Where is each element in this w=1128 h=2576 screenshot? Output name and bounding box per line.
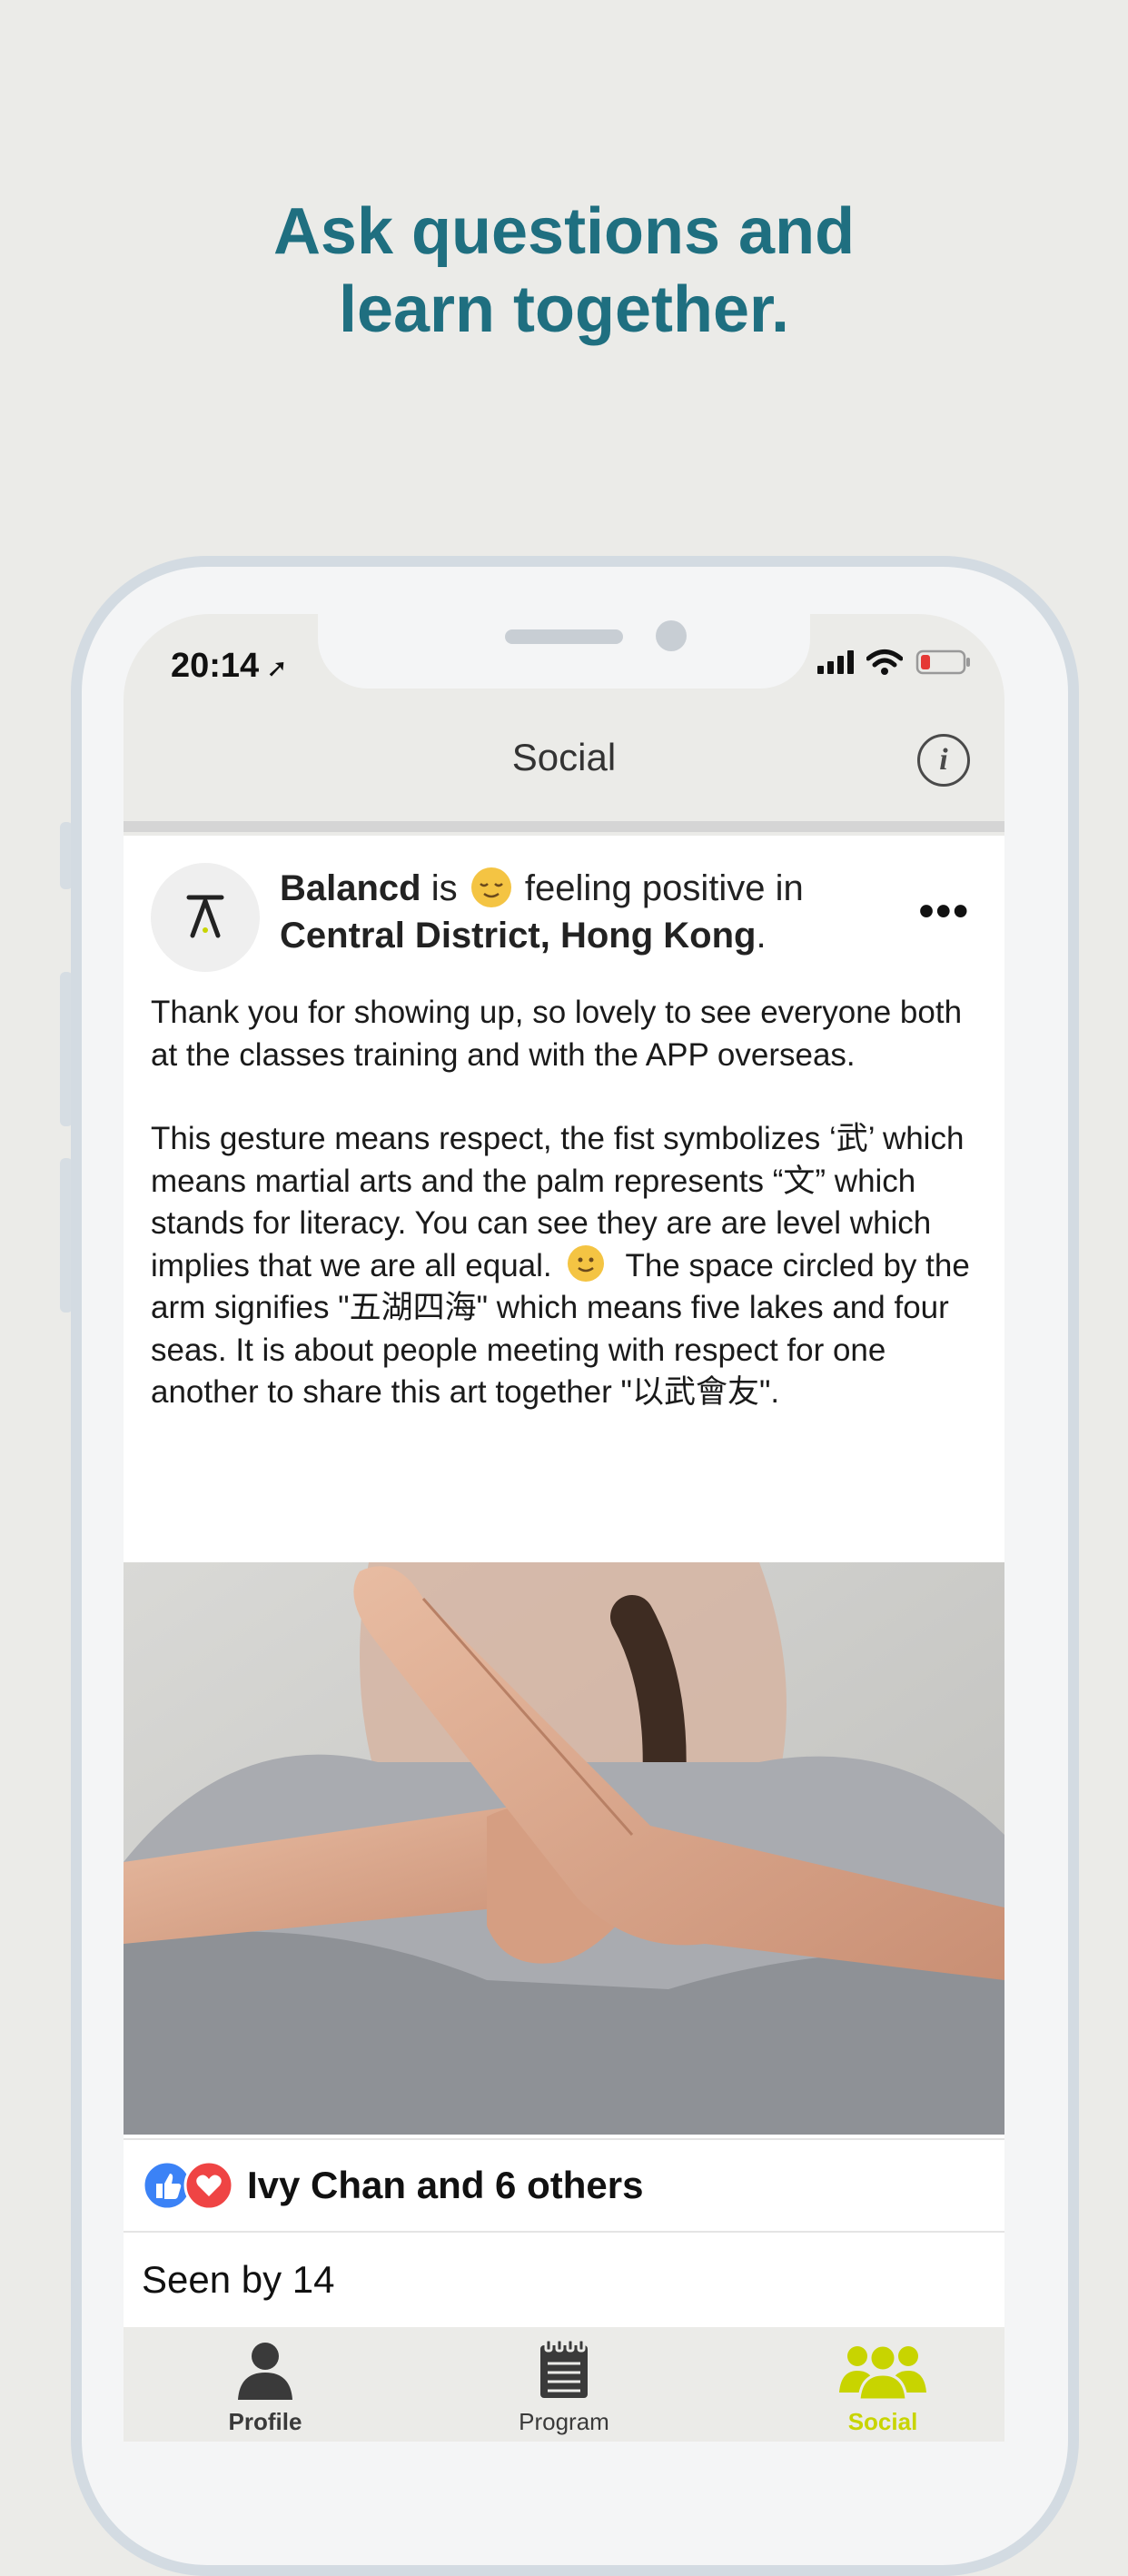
post-card: Balancd is feeling positive in Central D…: [124, 836, 1004, 2327]
phone-screen: 20:14 ➚ Social i Balancd is feeling posi…: [124, 614, 1004, 2442]
notepad-icon: [540, 2338, 588, 2398]
tab-program-label: Program: [519, 2408, 609, 2435]
relieved-face-icon: [470, 867, 511, 907]
tab-bar: Profile Program Social: [124, 2327, 1004, 2442]
balancd-logo-icon: [186, 895, 224, 938]
seen-by-text[interactable]: Seen by 14: [142, 2258, 335, 2302]
camera: [656, 620, 687, 651]
post-header: Balancd is feeling positive in Central D…: [280, 867, 804, 956]
speaker: [505, 629, 623, 644]
status-time: 20:14 ➚: [171, 647, 288, 686]
reaction-icons: [142, 2160, 234, 2211]
love-icon: [183, 2160, 234, 2211]
headline-line-1: Ask questions and: [272, 195, 856, 268]
ellipsis-icon[interactable]: •••: [919, 887, 970, 936]
headline: Ask questions and learn together.: [0, 193, 1128, 349]
reactions-text[interactable]: Ivy Chan and 6 others: [247, 2164, 643, 2207]
signal-icon: [817, 650, 854, 674]
nav-divider: [124, 821, 1004, 832]
wifi-icon: [866, 649, 903, 675]
info-icon[interactable]: i: [917, 734, 970, 787]
tab-social[interactable]: Social: [783, 2340, 983, 2436]
status-icons: [817, 649, 972, 676]
headline-line-2: learn together.: [338, 273, 790, 346]
status-time-text: 20:14: [171, 647, 260, 685]
author-name[interactable]: Balancd: [280, 868, 421, 908]
tab-profile-label: Profile: [228, 2408, 302, 2435]
verb-text: is: [430, 868, 458, 908]
tab-profile[interactable]: Profile: [165, 2340, 365, 2436]
location-arrow-icon: ➚: [266, 654, 288, 682]
post-photo[interactable]: [124, 1562, 1004, 2135]
reactions-bar[interactable]: Ivy Chan and 6 others: [124, 2138, 1004, 2233]
post-paragraph-1: Thank you for showing up, so lovely to s…: [151, 995, 963, 1073]
nav-bar: Social i: [124, 714, 1004, 801]
location-text[interactable]: Central District, Hong Kong: [280, 916, 756, 956]
feeling-text: feeling positive in: [524, 868, 804, 908]
tab-social-label: Social: [847, 2408, 918, 2435]
post-body: Thank you for showing up, so lovely to s…: [151, 992, 979, 1414]
avatar[interactable]: [151, 863, 260, 972]
nav-title: Social: [511, 736, 617, 778]
smile-icon: [568, 1244, 605, 1282]
notch: [318, 614, 810, 689]
battery-icon: [915, 649, 970, 675]
person-icon: [238, 2343, 292, 2400]
group-icon: [839, 2343, 926, 2402]
tab-program[interactable]: Program: [464, 2338, 664, 2436]
